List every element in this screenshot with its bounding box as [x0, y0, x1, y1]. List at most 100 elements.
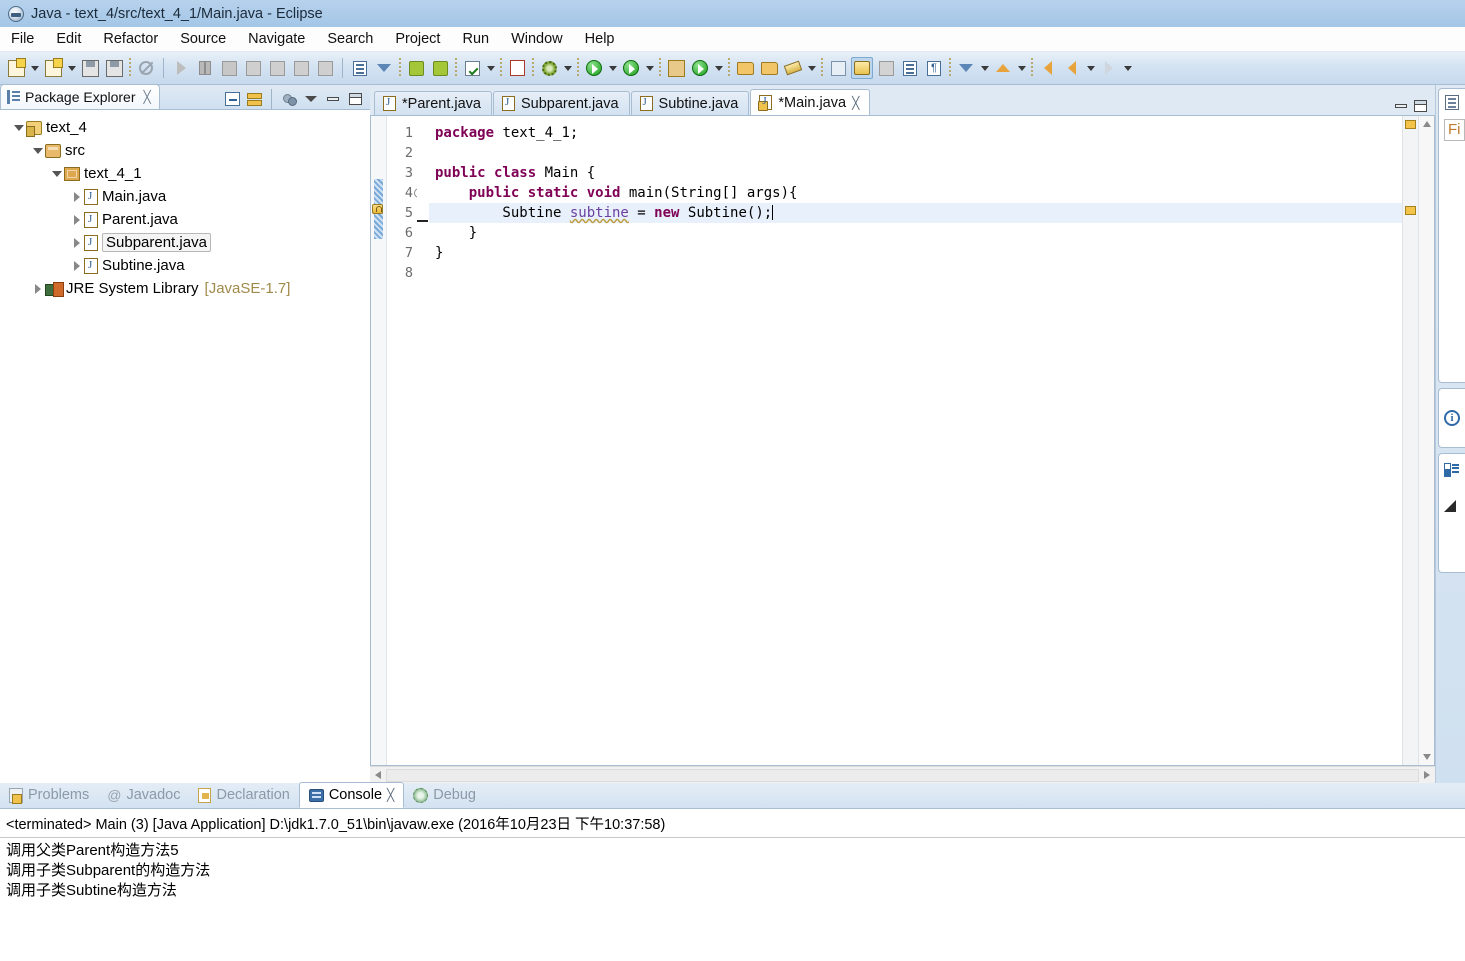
android-sdk-manager-icon[interactable] — [405, 57, 427, 79]
chevron-down-icon[interactable] — [50, 171, 64, 177]
new-java-class-dropdown-icon[interactable] — [65, 57, 78, 79]
tree-item-subparent-java[interactable]: Subparent.java — [0, 231, 370, 254]
external-tools-icon[interactable] — [538, 57, 560, 79]
debug-icon[interactable] — [620, 57, 642, 79]
package-explorer-tree[interactable]: text_4 src text_4_1 Main.java Parent.jav — [0, 110, 370, 783]
new-java-class-icon[interactable] — [42, 57, 64, 79]
highlight-icon[interactable] — [851, 57, 873, 79]
suspend-icon[interactable] — [194, 57, 216, 79]
block-selection-icon[interactable] — [899, 57, 921, 79]
menu-item-window[interactable]: Window — [500, 29, 574, 49]
open-folder-icon[interactable] — [758, 57, 780, 79]
chevron-right-icon[interactable] — [31, 284, 45, 294]
toolbar-drag-handle[interactable] — [659, 58, 661, 78]
editor-tab-subtine-java[interactable]: Subtine.java — [631, 91, 750, 115]
editor-tab-main-java[interactable]: *Main.java ╳ — [750, 89, 870, 115]
back-to-icon[interactable] — [1037, 57, 1059, 79]
toolbar-drag-handle[interactable] — [1031, 58, 1033, 78]
new-annotation-dropdown-icon[interactable] — [805, 57, 818, 79]
warning-marker-icon[interactable] — [372, 204, 385, 217]
close-icon[interactable]: ╳ — [387, 788, 394, 802]
forward-icon[interactable] — [1098, 57, 1120, 79]
link-with-editor-icon[interactable] — [244, 89, 264, 109]
step-over-icon[interactable] — [290, 57, 312, 79]
chevron-right-icon[interactable] — [70, 261, 84, 271]
step-into-selection-icon[interactable] — [242, 57, 264, 79]
previous-annotation-icon[interactable] — [992, 57, 1014, 79]
new-android-project-icon[interactable] — [506, 57, 528, 79]
outline-view-stub[interactable]: Fi — [1438, 88, 1465, 383]
external-tools-dropdown-icon[interactable] — [561, 57, 574, 79]
run-last-tool-icon[interactable] — [461, 57, 483, 79]
overview-warning-marker[interactable] — [1405, 206, 1416, 215]
tab-debug[interactable]: Debug — [404, 782, 485, 808]
toolbar-drag-handle[interactable] — [455, 58, 457, 78]
tree-item-parent-java[interactable]: Parent.java — [0, 208, 370, 231]
collapse-all-icon[interactable] — [222, 89, 242, 109]
search-icon[interactable] — [373, 57, 395, 79]
tree-item-jre-system-library[interactable]: JRE System Library [JavaSE-1.7] — [0, 277, 370, 300]
tree-item-subtine-java[interactable]: Subtine.java — [0, 254, 370, 277]
tab-problems[interactable]: Problems — [0, 782, 98, 808]
paragraph-mark-icon[interactable]: ¶ — [923, 57, 945, 79]
run-last-tool-dropdown-icon[interactable] — [484, 57, 497, 79]
toolbar-drag-handle[interactable] — [399, 58, 401, 78]
toggle-breakpoint-icon[interactable] — [827, 57, 849, 79]
tree-item-text_4[interactable]: text_4 — [0, 116, 370, 139]
overview-warning-marker[interactable] — [1405, 120, 1416, 129]
toolbar-drag-handle[interactable] — [500, 58, 502, 78]
view-menu-icon[interactable] — [301, 89, 321, 109]
scroll-track[interactable] — [386, 769, 1419, 782]
terminate-icon[interactable] — [218, 57, 240, 79]
back-icon[interactable] — [1061, 57, 1083, 79]
new-annotation-icon[interactable] — [782, 57, 804, 79]
android-avd-manager-icon[interactable] — [429, 57, 451, 79]
menu-item-search[interactable]: Search — [316, 29, 384, 49]
chevron-down-icon[interactable] — [31, 148, 45, 154]
debug-dropdown-icon[interactable] — [643, 57, 656, 79]
resize-handle[interactable] — [1444, 500, 1456, 512]
editor-horizontal-scrollbar[interactable] — [370, 766, 1435, 783]
run-icon[interactable] — [583, 57, 605, 79]
chevron-down-icon[interactable] — [12, 125, 26, 131]
menu-item-help[interactable]: Help — [574, 29, 626, 49]
maximize-icon[interactable] — [345, 89, 365, 109]
toolbar-drag-handle[interactable] — [129, 58, 131, 78]
editor-tab-parent-java[interactable]: *Parent.java — [374, 91, 492, 115]
tab-javadoc[interactable]: @ Javadoc — [98, 782, 189, 808]
next-annotation-icon[interactable] — [955, 57, 977, 79]
run-dropdown-icon[interactable] — [606, 57, 619, 79]
back-dropdown-icon[interactable] — [1084, 57, 1097, 79]
minimize-icon[interactable] — [323, 89, 343, 109]
menu-item-run[interactable]: Run — [451, 29, 500, 49]
minimize-icon[interactable] — [1395, 104, 1407, 108]
toolbar-drag-handle[interactable] — [728, 58, 730, 78]
show-whitespace-icon[interactable] — [875, 57, 897, 79]
tab-package-explorer[interactable]: Package Explorer ╳ — [0, 84, 160, 109]
chevron-right-icon[interactable] — [70, 238, 84, 248]
tab-declaration[interactable]: Declaration — [189, 782, 298, 808]
tree-item-src[interactable]: src — [0, 139, 370, 162]
toolbar-drag-handle[interactable] — [577, 58, 579, 78]
scroll-down-icon[interactable] — [1419, 749, 1434, 765]
scroll-left-icon[interactable] — [370, 771, 386, 779]
menu-item-refactor[interactable]: Refactor — [92, 29, 169, 49]
toolbar-drag-handle[interactable] — [949, 58, 951, 78]
task-list-view-stub[interactable] — [1438, 453, 1465, 573]
toolbar-drag-handle[interactable] — [821, 58, 823, 78]
code-text-area[interactable]: package text_4_1; public class Main { pu… — [429, 116, 1402, 765]
step-return-icon[interactable] — [314, 57, 336, 79]
menu-item-project[interactable]: Project — [384, 29, 451, 49]
view-menu-group-icon[interactable] — [279, 89, 299, 109]
editor-vertical-scrollbar[interactable] — [1418, 116, 1434, 765]
source-editor[interactable]: 1 2 3 4 5 6 7 8 package text_4_1; public… — [370, 115, 1435, 766]
resume-icon[interactable] — [170, 57, 192, 79]
menu-item-file[interactable]: File — [0, 29, 45, 49]
open-package-icon[interactable] — [734, 57, 756, 79]
menu-item-source[interactable]: Source — [169, 29, 237, 49]
console-output[interactable]: 调用父类Parent构造方法5 调用子类Subparent的构造方法 调用子类S… — [0, 838, 1465, 901]
close-icon[interactable]: ╳ — [852, 96, 859, 110]
new-android-xml-icon[interactable] — [665, 57, 687, 79]
info-view-stub[interactable]: i — [1438, 388, 1465, 448]
previous-annotation-dropdown-icon[interactable] — [1015, 57, 1028, 79]
